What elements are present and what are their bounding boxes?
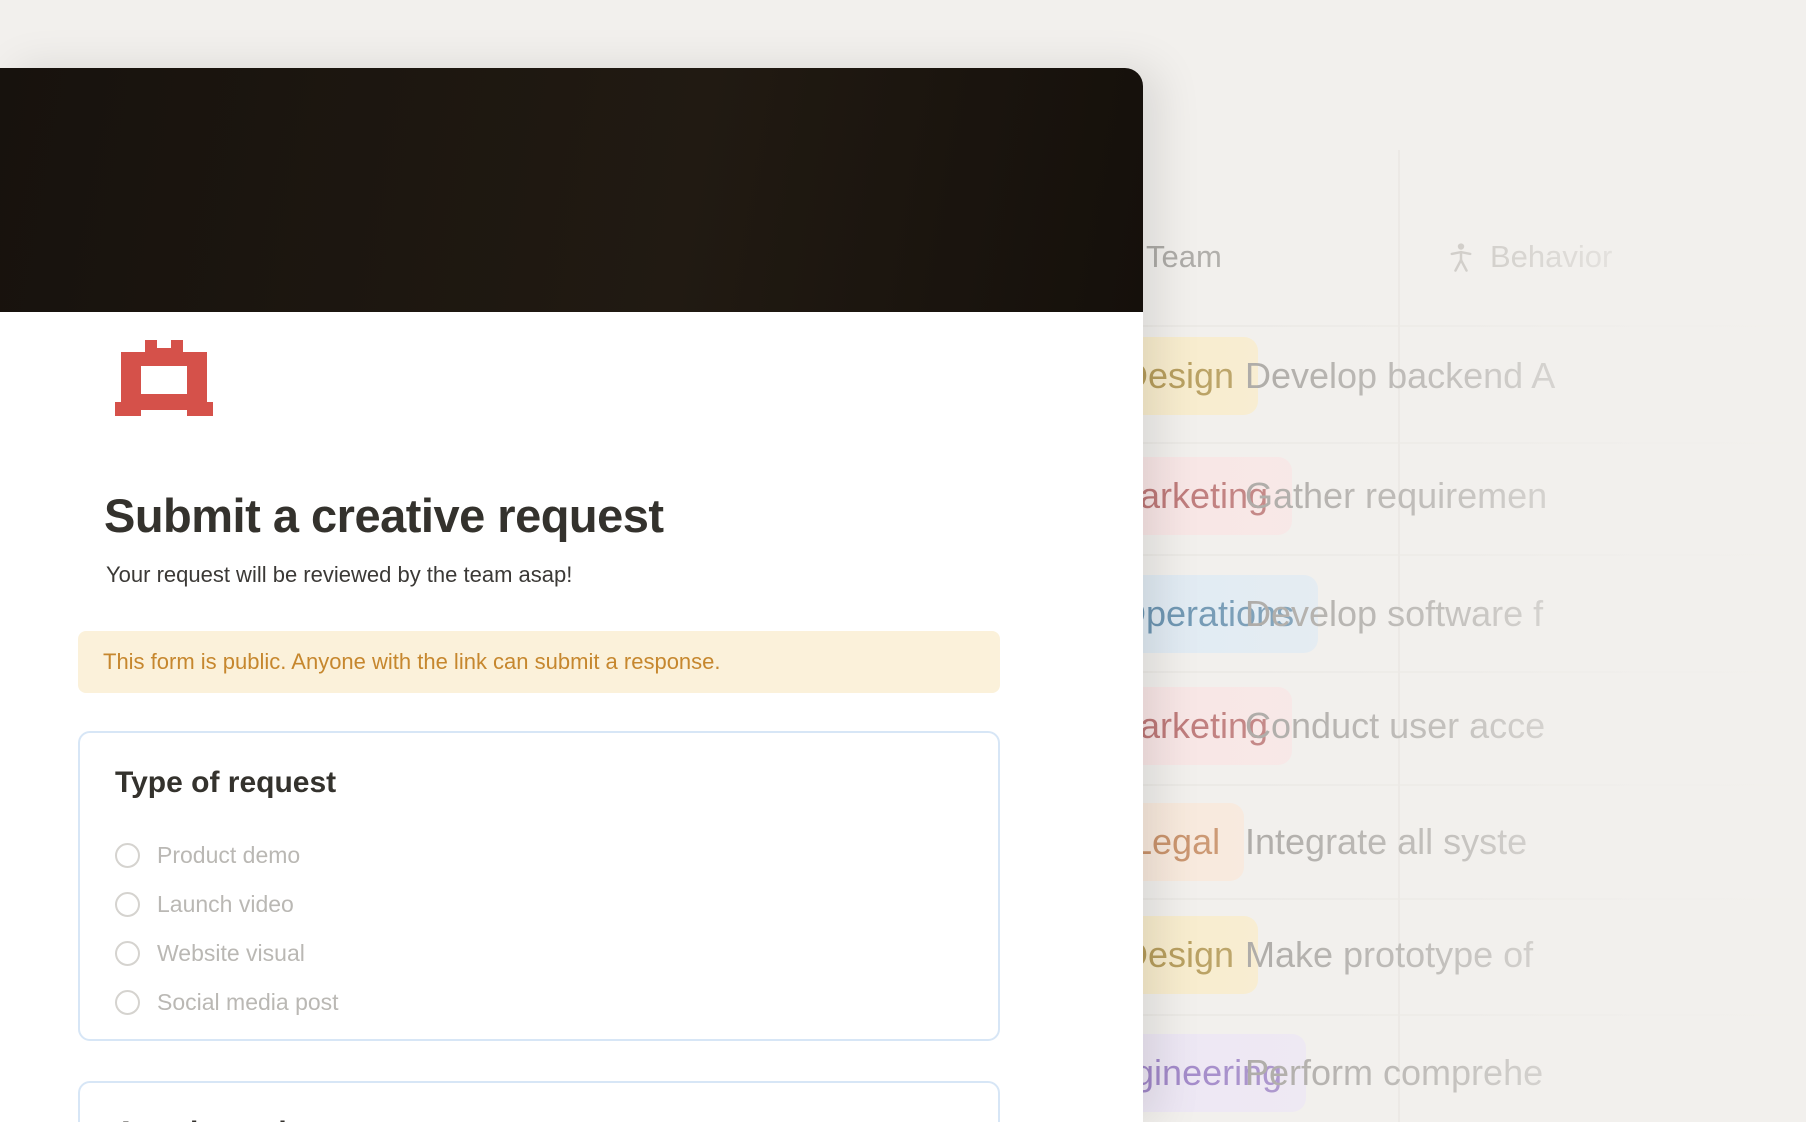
radio-circle-icon[interactable] — [115, 892, 140, 917]
radio-option[interactable]: Website visual — [115, 929, 963, 978]
column-header-team: Team — [1146, 239, 1222, 275]
behavior-cell: Develop software f — [1245, 593, 1543, 635]
behavior-cell: Develop backend A — [1245, 355, 1555, 397]
person-icon — [1446, 241, 1476, 273]
radio-option[interactable]: Social media post — [115, 978, 963, 1027]
radio-option-label: Website visual — [157, 940, 305, 967]
public-form-banner: This form is public. Anyone with the lin… — [78, 631, 1000, 693]
cover-image — [0, 68, 1143, 312]
behavior-cell: Conduct user acce — [1245, 705, 1545, 747]
radio-option-label: Product demo — [157, 842, 300, 869]
behavior-cell: Gather requiremen — [1245, 475, 1547, 517]
floral-painting — [0, 68, 1143, 312]
column-divider — [1398, 150, 1400, 1122]
question-label: Attach mockups — [115, 1116, 348, 1122]
question-card-type-of-request: Type of request Product demo Launch vide… — [78, 731, 1000, 1041]
form-panel: Submit a creative request Your request w… — [0, 68, 1143, 1122]
radio-option[interactable]: Product demo — [115, 831, 963, 880]
radio-circle-icon[interactable] — [115, 990, 140, 1015]
behavior-cell: Make prototype of — [1245, 934, 1533, 976]
radio-circle-icon[interactable] — [115, 843, 140, 868]
screen: Team Behavior Design Develop backend A M… — [0, 0, 1806, 1122]
behavior-cell: Integrate all syste — [1245, 821, 1527, 863]
question-card-attach-mockups: Attach mockups — [78, 1081, 1000, 1122]
radio-circle-icon[interactable] — [115, 941, 140, 966]
radio-option-label: Social media post — [157, 989, 339, 1016]
radio-option-label: Launch video — [157, 891, 294, 918]
question-label: Type of request — [115, 766, 336, 800]
column-header-behavior-label: Behavior — [1490, 239, 1612, 275]
public-form-banner-text: This form is public. Anyone with the lin… — [103, 649, 721, 675]
column-header-behavior: Behavior — [1446, 239, 1612, 275]
radio-option[interactable]: Launch video — [115, 880, 963, 929]
form-subtitle: Your request will be reviewed by the tea… — [106, 562, 572, 588]
picture-frame-icon — [115, 326, 213, 422]
form-title: Submit a creative request — [104, 488, 664, 543]
behavior-cell: Perform comprehe — [1245, 1052, 1543, 1094]
radio-group: Product demo Launch video Website visual… — [115, 831, 963, 1027]
